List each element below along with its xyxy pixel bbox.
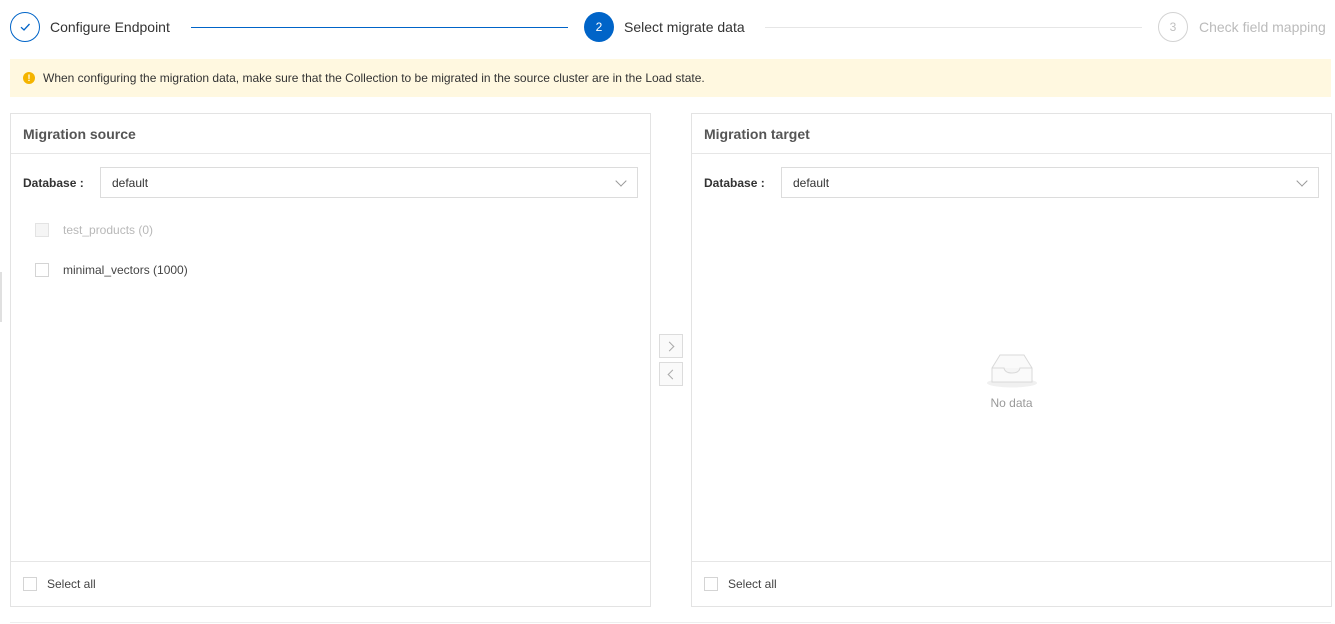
chevron-down-icon: [615, 175, 627, 187]
collection-checkbox-disabled: [35, 223, 49, 237]
load-state-notice: ! When configuring the migration data, m…: [10, 59, 1331, 97]
step-1-label: Configure Endpoint: [50, 19, 170, 35]
collection-item-minimal-vectors[interactable]: minimal_vectors (1000): [35, 263, 188, 277]
migration-target-panel: Migration target Database : default No d…: [691, 113, 1332, 607]
source-panel-title: Migration source: [11, 114, 650, 154]
step-2-label: Select migrate data: [624, 19, 745, 35]
step-3-label: Check field mapping: [1199, 19, 1326, 35]
collection-label[interactable]: minimal_vectors (1000): [63, 263, 188, 277]
migration-source-panel: Migration source Database : default test…: [10, 113, 651, 607]
move-to-target-button[interactable]: [659, 334, 683, 358]
target-database-value: default: [793, 175, 830, 190]
target-select-all-label[interactable]: Select all: [728, 577, 777, 591]
collection-item-test-products: test_products (0): [35, 223, 153, 237]
target-database-select[interactable]: default: [781, 167, 1319, 198]
source-panel-footer: Select all: [11, 561, 650, 606]
collection-checkbox[interactable]: [35, 263, 49, 277]
empty-state: No data: [692, 352, 1331, 410]
target-panel-title: Migration target: [692, 114, 1331, 154]
step-bar: Configure Endpoint 2 Select migrate data…: [0, 0, 1335, 54]
target-panel-footer: Select all: [692, 561, 1331, 606]
chevron-right-icon: [664, 341, 675, 351]
notice-text: When configuring the migration data, mak…: [43, 71, 705, 85]
target-select-all-checkbox[interactable]: [704, 577, 718, 591]
step-connector-1: [191, 27, 568, 28]
empty-text: No data: [990, 396, 1033, 410]
chevron-down-icon: [1296, 175, 1308, 187]
source-select-all-checkbox[interactable]: [23, 577, 37, 591]
bottom-divider: [10, 622, 1331, 623]
step-connector-2: [765, 27, 1142, 28]
collection-label: test_products (0): [63, 223, 154, 237]
source-database-label: Database :: [23, 175, 84, 190]
side-drag-handle[interactable]: [0, 272, 2, 322]
empty-inbox-icon: [986, 354, 1037, 388]
target-database-label: Database :: [704, 175, 765, 190]
source-select-all-label[interactable]: Select all: [47, 577, 96, 591]
step-2-number: 2: [584, 12, 614, 42]
source-database-value: default: [112, 175, 149, 190]
step-1-check-icon: [10, 12, 40, 42]
source-database-row: Database : default: [23, 167, 638, 198]
step-3-number: 3: [1158, 12, 1188, 42]
chevron-left-icon: [667, 369, 678, 379]
warning-icon: !: [23, 72, 35, 84]
move-to-source-button[interactable]: [659, 362, 683, 386]
source-database-select[interactable]: default: [100, 167, 638, 198]
target-database-row: Database : default: [704, 167, 1319, 198]
